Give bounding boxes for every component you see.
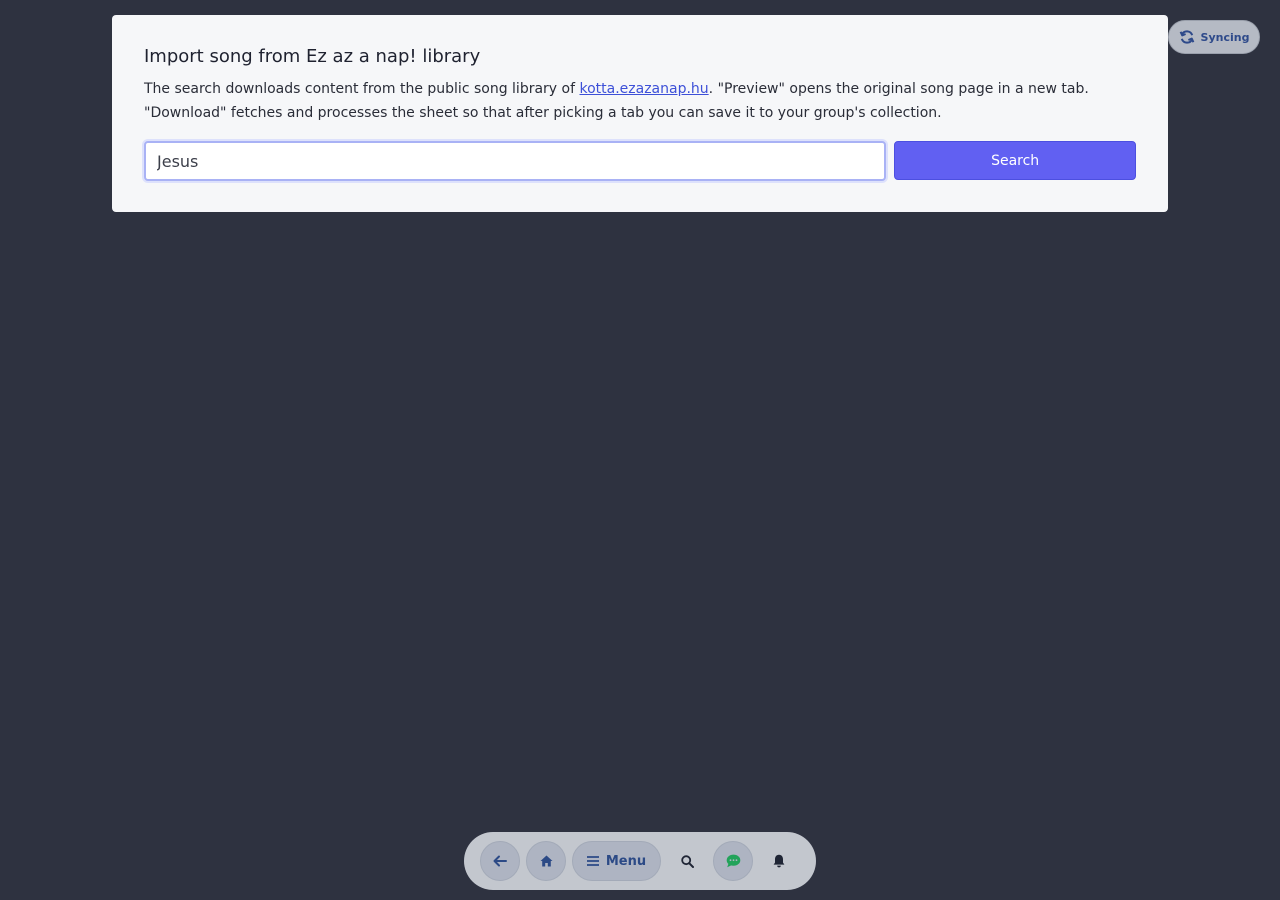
sync-icon: [1179, 30, 1194, 44]
library-link[interactable]: kotta.ezazanap.hu: [579, 81, 708, 97]
search-input[interactable]: [144, 141, 887, 181]
bell-icon: [773, 854, 785, 868]
import-title: Import song from Ez az a nap! library: [144, 46, 481, 67]
search-nav-button[interactable]: [667, 841, 707, 881]
menu-button[interactable]: Menu: [572, 841, 661, 881]
sync-label: Syncing: [1200, 30, 1250, 44]
chat-button[interactable]: [713, 841, 753, 881]
page: Import song from Ez az a nap! library Th…: [0, 0, 1280, 900]
menu-label: Menu: [605, 853, 647, 869]
syncing-status[interactable]: Syncing: [1168, 20, 1260, 54]
arrow-left-icon: [493, 855, 507, 867]
chat-icon: [726, 854, 740, 868]
import-description: The search downloads content from the pu…: [144, 77, 1134, 125]
bottom-nav: Menu: [464, 832, 816, 890]
home-button[interactable]: [526, 841, 566, 881]
notifications-button[interactable]: [759, 841, 799, 881]
description-text-before: The search downloads content from the pu…: [144, 81, 580, 97]
import-song-card: Import song from Ez az a nap! library Th…: [112, 15, 1168, 212]
back-button[interactable]: [480, 841, 520, 881]
hamburger-icon: [586, 856, 599, 866]
search-row: Search: [144, 141, 1136, 181]
home-icon: [540, 855, 552, 867]
search-button[interactable]: Search: [894, 141, 1136, 180]
search-icon: [680, 854, 694, 868]
